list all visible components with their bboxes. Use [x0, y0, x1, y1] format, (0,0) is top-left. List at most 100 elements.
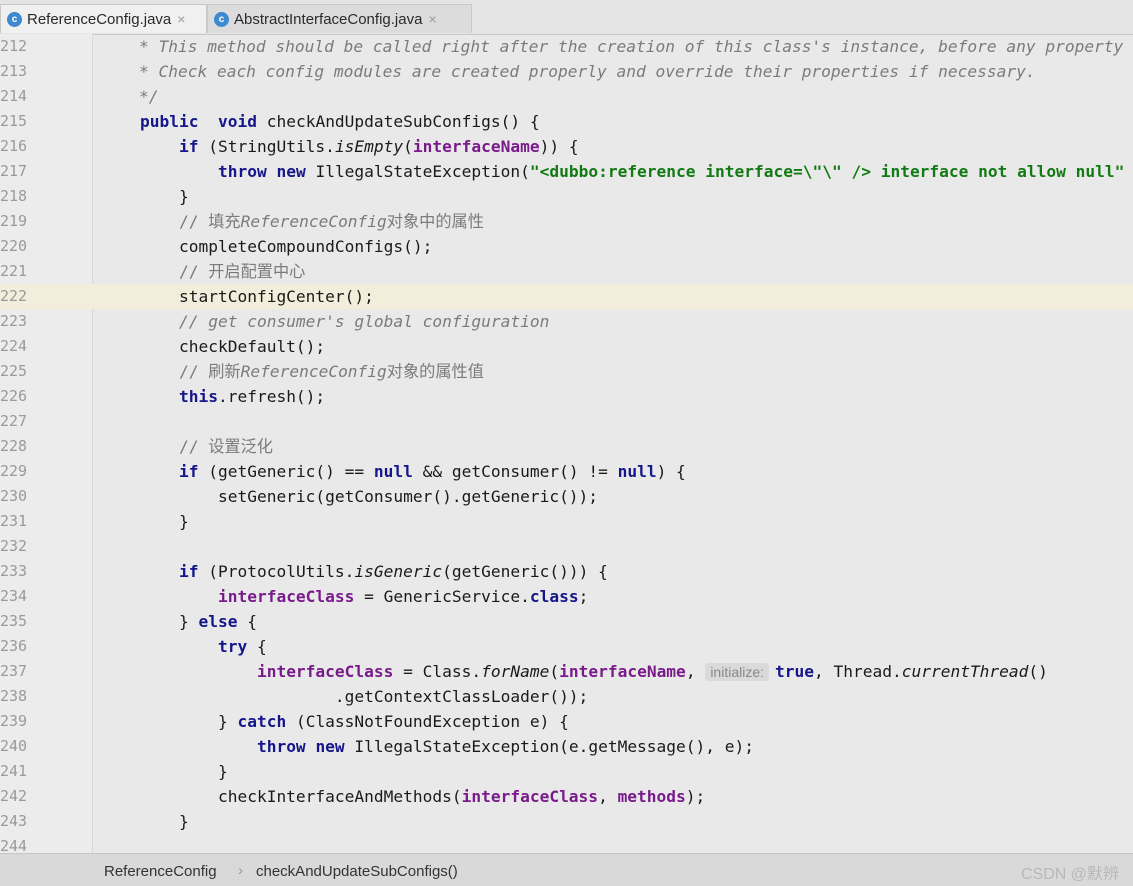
code-text: .getContextClassLoader()); [140, 684, 588, 709]
code-line[interactable]: 218 } [0, 184, 1133, 209]
close-icon[interactable]: × [177, 11, 185, 27]
code-token: this [178, 387, 218, 406]
code-token: } [140, 512, 189, 531]
code-line[interactable]: 214 */ [0, 84, 1133, 109]
code-line[interactable]: 219 // 填充ReferenceConfig对象中的属性 [0, 209, 1133, 234]
code-token: new [315, 737, 345, 756]
code-text: if (StringUtils.isEmpty(interfaceName)) … [140, 134, 579, 159]
code-text: throw new IllegalStateException(e.getMes… [140, 734, 754, 759]
code-editor[interactable]: 212 * This method should be called right… [0, 34, 1133, 853]
code-line[interactable]: 212 * This method should be called right… [0, 34, 1133, 59]
code-line[interactable]: 215 public void checkAndUpdateSubConfigs(… [0, 109, 1133, 134]
code-token: forName [481, 662, 550, 681]
code-line[interactable]: 241 } [0, 759, 1133, 784]
code-line[interactable]: 213 * Check each config modules are crea… [0, 59, 1133, 84]
code-token: { [237, 612, 257, 631]
code-token: isGeneric [354, 562, 443, 581]
code-line[interactable]: 229 if (getGeneric() == null && getConsu… [0, 459, 1133, 484]
code-token: if [178, 462, 199, 481]
code-token: IllegalStateException( [305, 162, 530, 181]
breadcrumb-bar: ReferenceConfig › checkAndUpdateSubConfi… [0, 853, 1133, 886]
code-token: "<dubbo:reference interface=\"\" /> inte… [529, 162, 1125, 181]
code-line[interactable]: 236 try { [0, 634, 1133, 659]
line-number: 214 [0, 87, 28, 105]
code-token: null [373, 462, 413, 481]
line-number: 228 [0, 437, 28, 455]
breadcrumb-class[interactable]: ReferenceConfig [104, 863, 217, 880]
code-line[interactable]: 233 if (ProtocolUtils.isGeneric(getGener… [0, 559, 1133, 584]
code-token: throw [217, 162, 267, 181]
line-number: 217 [0, 162, 28, 180]
line-number: 231 [0, 512, 28, 530]
code-token: (StringUtils. [198, 137, 335, 156]
editor-tab-bar: c ReferenceConfig.java × c AbstractInter… [0, 0, 1133, 35]
code-line[interactable]: 221 // 开启配置中心 [0, 259, 1133, 284]
code-text: this.refresh(); [140, 384, 325, 409]
line-number: 222 [0, 287, 28, 305]
line-number: 239 [0, 712, 28, 730]
code-line[interactable]: 234 interfaceClass = GenericService.clas… [0, 584, 1133, 609]
line-number: 235 [0, 612, 28, 630]
line-number: 243 [0, 812, 28, 830]
code-token: ); [685, 787, 706, 806]
code-line[interactable]: 223 // get consumer's global configurati… [0, 309, 1133, 334]
line-number: 240 [0, 737, 28, 755]
tab-reference-config[interactable]: c ReferenceConfig.java × [0, 4, 207, 33]
code-token: ; [578, 587, 589, 606]
line-number: 241 [0, 762, 28, 780]
code-token: methods [617, 787, 686, 806]
close-icon[interactable]: × [428, 11, 436, 27]
tab-abstract-interface-config[interactable]: c AbstractInterfaceConfig.java × [207, 4, 472, 33]
code-text: // 设置泛化 [140, 434, 273, 459]
code-token: .getContextClassLoader()); [140, 687, 589, 706]
code-line[interactable]: 216 if (StringUtils.isEmpty(interfaceNam… [0, 134, 1133, 159]
code-token: checkAndUpdateSubConfigs() { [256, 112, 540, 131]
code-token: .refresh(); [217, 387, 326, 406]
line-number: 226 [0, 387, 28, 405]
code-token: (getGeneric())) { [442, 562, 608, 581]
code-line[interactable]: 244 [0, 834, 1133, 853]
code-token: IllegalStateException(e.getMessage(), e)… [344, 737, 755, 756]
line-number: 229 [0, 462, 28, 480]
code-token: interfaceName [412, 137, 540, 156]
code-line[interactable]: 242 checkInterfaceAndMethods(interfaceCl… [0, 784, 1133, 809]
code-token: class [529, 587, 579, 606]
code-line[interactable]: 225 // 刷新ReferenceConfig对象的属性值 [0, 359, 1133, 384]
code-line[interactable]: 235 } else { [0, 609, 1133, 634]
code-token: checkDefault(); [140, 337, 326, 356]
code-line[interactable]: 217 throw new IllegalStateException("<du… [0, 159, 1133, 184]
code-line[interactable]: 230 setGeneric(getConsumer().getGeneric(… [0, 484, 1133, 509]
code-line[interactable]: 239 } catch (ClassNotFoundException e) { [0, 709, 1133, 734]
code-line[interactable]: 243 } [0, 809, 1133, 834]
code-token: } [140, 762, 228, 781]
code-line[interactable]: 220 completeCompoundConfigs(); [0, 234, 1133, 259]
line-number: 230 [0, 487, 28, 505]
code-line[interactable]: 237 interfaceClass = Class.forName(inter… [0, 659, 1133, 684]
code-text: } else { [140, 609, 257, 634]
code-line[interactable]: 231 } [0, 509, 1133, 534]
code-token: isEmpty [334, 137, 404, 156]
code-line[interactable]: 240 throw new IllegalStateException(e.ge… [0, 734, 1133, 759]
code-line[interactable]: 232 [0, 534, 1133, 559]
code-token: interfaceClass [461, 787, 599, 806]
code-token: throw [256, 737, 306, 756]
code-line[interactable]: 238 .getContextClassLoader()); [0, 684, 1133, 709]
code-line[interactable]: 222 startConfigCenter(); [0, 284, 1133, 309]
breadcrumb-separator: › [238, 862, 243, 879]
code-token: ) { [656, 462, 686, 481]
line-number: 237 [0, 662, 28, 680]
line-number: 216 [0, 137, 28, 155]
code-line[interactable]: 228 // 设置泛化 [0, 434, 1133, 459]
breadcrumb-method[interactable]: checkAndUpdateSubConfigs() [256, 863, 458, 880]
code-token: currentThread [901, 662, 1029, 681]
line-number: 221 [0, 262, 28, 280]
code-line[interactable]: 224 checkDefault(); [0, 334, 1133, 359]
code-token: */ [100, 87, 159, 106]
code-line[interactable]: 226 this.refresh(); [0, 384, 1133, 409]
code-line[interactable]: 227 [0, 409, 1133, 434]
